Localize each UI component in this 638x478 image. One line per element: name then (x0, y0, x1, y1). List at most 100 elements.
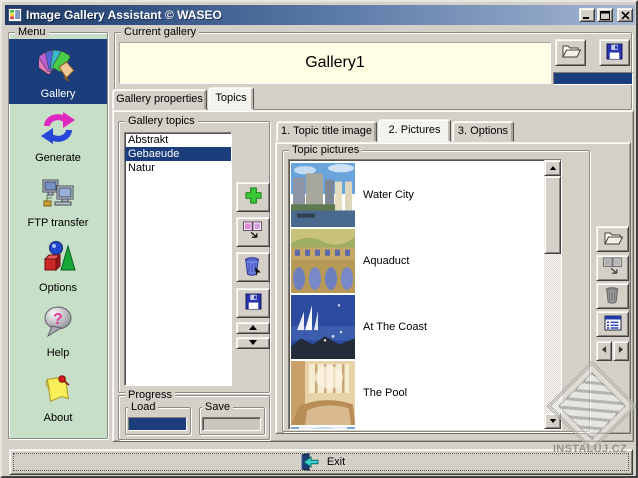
sticky-note-icon (40, 370, 76, 409)
open-folder-icon (603, 230, 623, 249)
trash-icon (605, 286, 621, 307)
load-label: Load (128, 401, 159, 413)
sidebar-item-help[interactable]: ? Help (9, 299, 107, 364)
topic-label: Gebaeude (128, 148, 180, 160)
picture-label: Aquaduct (363, 255, 410, 267)
pictures-page: Topic pictures Water City Aquaduct At Th… (275, 142, 631, 434)
computers-icon (40, 175, 76, 214)
floppy-disk-icon (245, 293, 262, 313)
close-button[interactable] (617, 8, 633, 22)
pictures-scrollbar[interactable] (544, 160, 561, 429)
list-item[interactable]: Water City (289, 162, 544, 228)
edit-picture-button[interactable] (596, 255, 629, 281)
move-topic-up-button[interactable] (236, 322, 270, 334)
load-progress-group: Load (125, 401, 191, 435)
move-picture-right-button[interactable] (613, 341, 629, 361)
list-item[interactable]: Abstrakt (125, 133, 231, 147)
tab-label: Gallery properties (116, 93, 203, 105)
arrow-up-icon (248, 322, 258, 334)
sidebar-item-about[interactable]: About (9, 364, 107, 429)
topic-pictures-list[interactable]: Water City Aquaduct At The Coast The Poo… (288, 159, 562, 430)
window-title: Image Gallery Assistant © WASEO (26, 8, 222, 22)
gallery-name: Gallery1 (305, 54, 365, 71)
partial-thumbnail (291, 427, 355, 429)
gallery-name-panel: Gallery1 (119, 42, 551, 84)
aquaduct-thumbnail (291, 229, 355, 293)
tab-pictures[interactable]: 2. Pictures (378, 119, 451, 142)
tab-gallery-properties[interactable]: Gallery properties (112, 89, 207, 110)
save-gallery-button[interactable] (599, 39, 630, 66)
tab-label: Topics (215, 92, 247, 104)
picture-label: At The Coast (363, 321, 427, 333)
sidebar-item-label: About (43, 411, 73, 424)
topics-page: Gallery topics Abstrakt Gebaeude Natur P… (112, 110, 634, 442)
sidebar-item-label: Gallery (40, 87, 76, 100)
list-item[interactable] (289, 426, 544, 429)
tab-label: 2. Pictures (388, 124, 441, 136)
picture-frames-icon (602, 257, 624, 279)
scrollbar-up-button[interactable] (544, 160, 561, 176)
exit-label: Exit (326, 456, 346, 468)
sidebar-item-label: Generate (35, 151, 81, 164)
tab-topics[interactable]: Topics (208, 87, 254, 110)
minimize-button[interactable] (579, 8, 595, 22)
open-picture-button[interactable] (596, 226, 629, 252)
green-plus-icon (244, 187, 262, 207)
topic-label: Abstrakt (128, 134, 169, 146)
sidebar-item-options[interactable]: Options (9, 234, 107, 299)
open-gallery-button[interactable] (555, 39, 586, 66)
move-picture-left-button[interactable] (596, 341, 612, 361)
sidebar-item-gallery[interactable]: Gallery (9, 39, 107, 104)
save-label: Save (202, 401, 234, 413)
menu-group-label: Menu (15, 26, 49, 38)
menu-panel: Menu Gallery Generate FTP transfer Optio… (8, 26, 108, 439)
delete-picture-button[interactable] (596, 283, 629, 309)
gallery-topics-group-label: Gallery topics (125, 115, 198, 127)
tab-label: 3. Options (457, 125, 509, 137)
the-pool-thumbnail (291, 361, 355, 425)
scrollbar-down-button[interactable] (544, 413, 561, 429)
progress-group-label: Progress (125, 389, 176, 401)
sidebar-item-label: Options (39, 281, 77, 294)
delete-topic-button[interactable] (236, 252, 270, 282)
load-progress-fill (129, 418, 186, 430)
topic-pictures-panel: Topic pictures Water City Aquaduct At Th… (282, 144, 590, 432)
sidebar-item-generate[interactable]: Generate (9, 104, 107, 169)
arrow-left-icon (601, 345, 607, 357)
app-icon (8, 8, 22, 22)
load-progress-bar (128, 417, 187, 431)
gallery-cards-icon (34, 44, 77, 85)
list-item[interactable]: Gebaeude (125, 147, 231, 161)
edit-topic-pictures-button[interactable] (236, 217, 270, 247)
view-details-button[interactable] (596, 311, 629, 337)
gallery-topics-list[interactable]: Abstrakt Gebaeude Natur (124, 132, 232, 386)
tab-label: 1. Topic title image (281, 125, 372, 137)
list-item[interactable]: The Pool (289, 360, 544, 426)
open-folder-icon (561, 43, 581, 62)
move-topic-down-button[interactable] (236, 337, 270, 349)
save-topic-button[interactable] (236, 288, 270, 318)
exit-button[interactable]: Exit (9, 449, 633, 475)
progress-panel: Progress Load Save (118, 389, 270, 440)
list-item[interactable]: Natur (125, 161, 231, 175)
svg-text:?: ? (53, 311, 63, 328)
picture-label: The Pool (363, 387, 408, 399)
topic-pictures-group-label: Topic pictures (289, 144, 363, 156)
floppy-disk-icon (606, 43, 623, 63)
scrollbar-thumb[interactable] (544, 176, 561, 254)
minimize-icon (583, 16, 589, 19)
sidebar-item-ftp-transfer[interactable]: FTP transfer (9, 169, 107, 234)
tab-options[interactable]: 3. Options (452, 121, 514, 142)
list-item[interactable]: At The Coast (289, 294, 544, 360)
tab-topic-title-image[interactable]: 1. Topic title image (276, 121, 377, 142)
title-bar: Image Gallery Assistant © WASEO (5, 5, 635, 25)
picture-frames-icon (242, 221, 264, 243)
app-window: Image Gallery Assistant © WASEO Menu Gal… (0, 0, 638, 478)
exit-door-icon (297, 453, 321, 471)
help-balloon-icon: ? (40, 305, 76, 344)
maximize-button[interactable] (597, 8, 613, 22)
picture-label: Water City (363, 189, 414, 201)
add-topic-button[interactable] (236, 182, 270, 212)
list-item[interactable]: Aquaduct (289, 228, 544, 294)
gallery-progress-bar (553, 72, 633, 85)
